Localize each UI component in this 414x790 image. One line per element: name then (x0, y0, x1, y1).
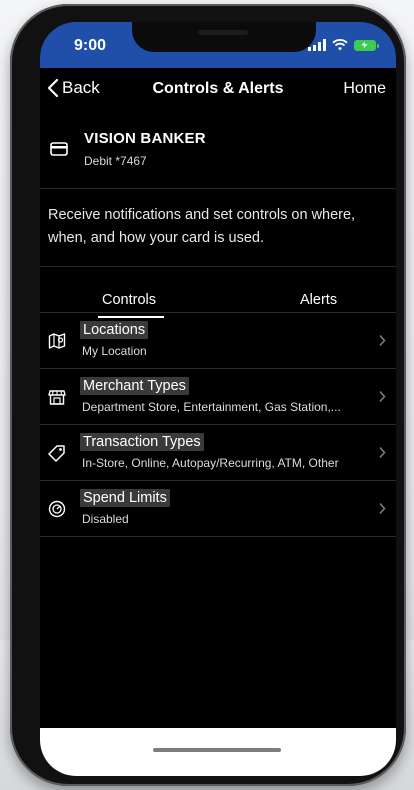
wifi-icon (332, 39, 348, 51)
control-item-title: Transaction Types (80, 433, 204, 451)
control-item-merchant-types[interactable]: Merchant Types Department Store, Enterta… (40, 369, 396, 424)
divider (40, 188, 396, 189)
card-name: VISION BANKER (84, 130, 206, 147)
control-item-spend-limits[interactable]: Spend Limits Disabled (40, 481, 396, 536)
phone-screen: 9:00 Back Controls & Alerts Home VISION … (40, 22, 396, 776)
divider (40, 536, 396, 537)
status-bar: 9:00 (40, 22, 396, 68)
status-icons (308, 37, 379, 51)
control-item-transaction-types[interactable]: Transaction Types In-Store, Online, Auto… (40, 425, 396, 480)
control-item-locations[interactable]: Locations My Location (40, 313, 396, 368)
control-item-subtitle: Department Store, Entertainment, Gas Sta… (82, 400, 341, 414)
chevron-right-icon (379, 334, 386, 347)
chevron-right-icon (379, 446, 386, 459)
card-number: Debit *7467 (84, 154, 147, 168)
control-item-title: Spend Limits (80, 489, 170, 507)
tab-alerts[interactable]: Alerts (300, 292, 337, 308)
card-summary: VISION BANKER Debit *7467 (40, 122, 396, 182)
tag-icon (48, 445, 65, 462)
map-icon (48, 333, 66, 349)
home-indicator-area (40, 728, 396, 776)
control-item-title: Locations (80, 321, 149, 339)
tab-controls[interactable]: Controls (102, 292, 156, 308)
home-indicator[interactable] (153, 748, 281, 752)
gauge-icon (48, 500, 66, 518)
credit-card-icon (50, 142, 68, 156)
divider (40, 266, 396, 267)
navigation-bar: Back Controls & Alerts Home (40, 68, 396, 110)
battery-charging-icon (354, 40, 379, 51)
control-item-subtitle: Disabled (82, 512, 129, 526)
description-text: Receive notifications and set controls o… (48, 207, 356, 246)
home-button[interactable]: Home (343, 80, 386, 98)
control-item-subtitle: My Location (82, 344, 147, 358)
phone-frame: 9:00 Back Controls & Alerts Home VISION … (10, 4, 406, 786)
control-item-title: Merchant Types (80, 377, 189, 395)
chevron-right-icon (379, 502, 386, 515)
signal-bars-icon (308, 39, 326, 51)
chevron-right-icon (379, 390, 386, 403)
storefront-icon (48, 390, 66, 405)
control-item-subtitle: In-Store, Online, Autopay/Recurring, ATM… (82, 456, 339, 470)
notch (132, 22, 316, 52)
status-time: 9:00 (74, 37, 107, 54)
